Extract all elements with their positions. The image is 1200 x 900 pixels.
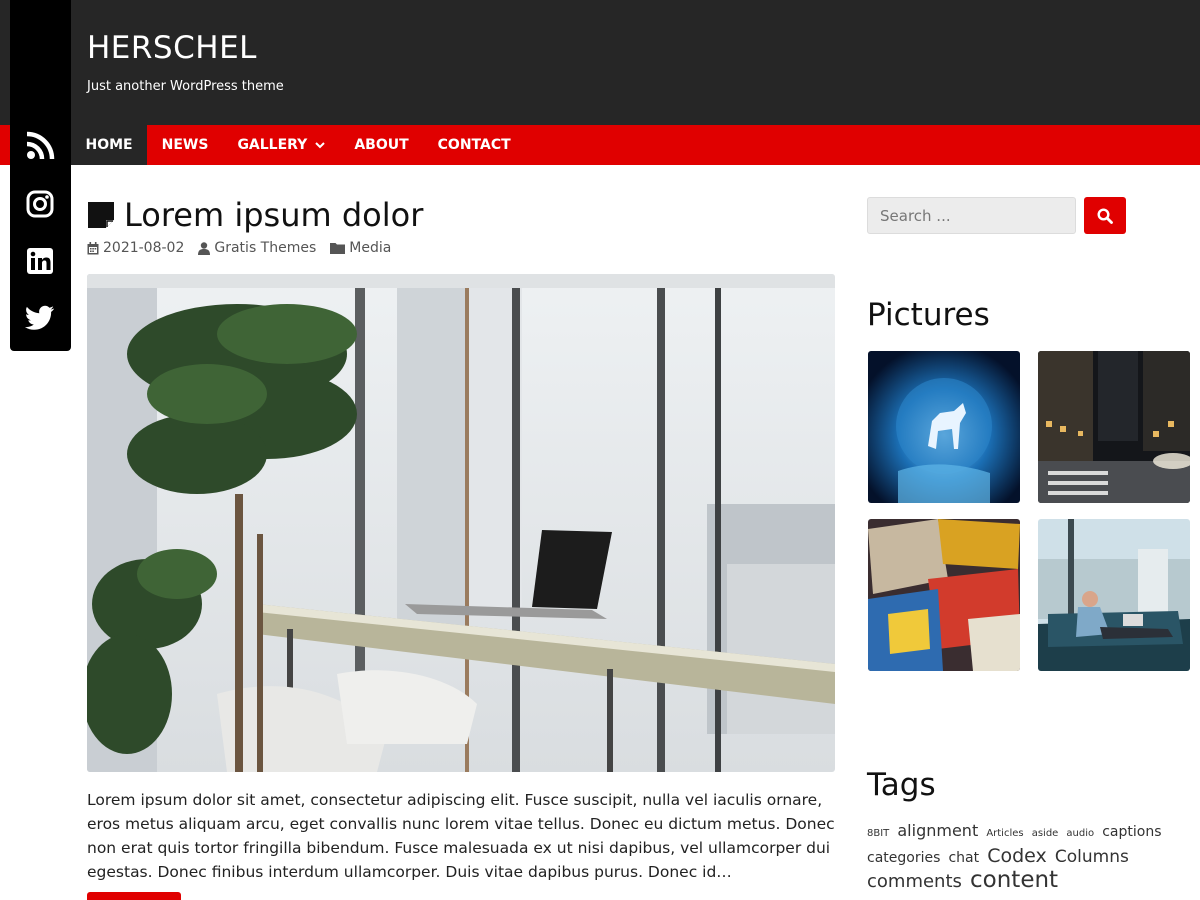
nav-list: HOME NEWS GALLERY ABOUT CONTACT (71, 125, 525, 165)
instagram-icon[interactable] (25, 189, 55, 219)
tag-link[interactable]: categories (867, 850, 940, 866)
main-navigation: HOME NEWS GALLERY ABOUT CONTACT (0, 125, 1200, 165)
tag-link[interactable]: comments (867, 871, 962, 892)
sticky-note-icon (88, 202, 114, 228)
post-author-link[interactable]: Gratis Themes (214, 240, 316, 256)
gallery-thumb-unicorn[interactable] (868, 351, 1020, 503)
nav-item-about[interactable]: ABOUT (340, 125, 423, 165)
search-input[interactable] (867, 197, 1076, 234)
gallery-thumb-man-laptop[interactable] (1038, 519, 1190, 671)
post-category: Media (330, 240, 391, 256)
nav-item-home[interactable]: HOME (71, 125, 148, 165)
tag-link[interactable]: aside (1032, 828, 1059, 839)
chevron-down-icon (315, 142, 326, 149)
site-tagline: Just another WordPress theme (87, 79, 284, 94)
folder-icon (330, 243, 346, 254)
search-icon (1097, 207, 1113, 224)
nav-item-news[interactable]: NEWS (147, 125, 223, 165)
tag-link[interactable]: Columns (1055, 847, 1129, 867)
pictures-widget-title: Pictures (867, 297, 990, 333)
nav-item-label: NEWS (161, 137, 209, 153)
search-button[interactable] (1084, 197, 1126, 234)
tag-link[interactable]: alignment (897, 821, 978, 840)
social-links-bar (10, 0, 71, 351)
calendar-icon (87, 241, 99, 254)
nav-item-contact[interactable]: CONTACT (423, 125, 525, 165)
read-more-button[interactable] (87, 892, 181, 900)
post-date-link[interactable]: 2021-08-02 (103, 240, 184, 256)
user-icon (198, 241, 211, 255)
tag-link[interactable]: Codex (987, 845, 1047, 867)
site-title[interactable]: HERSCHEL (87, 30, 257, 66)
gallery-thumb-comics[interactable] (868, 519, 1020, 671)
tag-link[interactable]: captions (1102, 824, 1161, 840)
tag-link[interactable]: audio (1066, 828, 1094, 839)
site-header: HERSCHEL Just another WordPress theme (0, 0, 1200, 125)
featured-image[interactable] (87, 274, 835, 772)
tag-link[interactable]: chat (948, 850, 979, 866)
post-excerpt: Lorem ipsum dolor sit amet, consectetur … (87, 791, 835, 881)
nav-item-label: HOME (85, 137, 133, 153)
tag-link[interactable]: content (970, 867, 1058, 893)
gallery-thumb-city-street[interactable] (1038, 351, 1190, 503)
post-category-link[interactable]: Media (349, 240, 391, 256)
nav-item-label: GALLERY (237, 137, 308, 153)
post-title: Lorem ipsum dolor (87, 196, 423, 234)
nav-item-gallery[interactable]: GALLERY (223, 125, 340, 165)
tag-link[interactable]: Articles (986, 828, 1023, 839)
tag-cloud: 8BIT alignment Articles aside audio capt… (867, 820, 1167, 893)
post-date: 2021-08-02 (87, 240, 184, 256)
post-meta: 2021-08-02 Gratis Themes Media (87, 240, 405, 256)
tags-widget-title: Tags (867, 767, 936, 803)
rss-icon[interactable] (25, 131, 55, 161)
tag-link[interactable]: 8BIT (867, 828, 889, 839)
post-author: Gratis Themes (198, 240, 316, 256)
linkedin-icon[interactable] (25, 246, 55, 276)
nav-item-label: ABOUT (354, 137, 409, 153)
nav-item-label: CONTACT (437, 137, 511, 153)
post-title-text[interactable]: Lorem ipsum dolor (124, 196, 423, 234)
twitter-icon[interactable] (25, 303, 55, 333)
